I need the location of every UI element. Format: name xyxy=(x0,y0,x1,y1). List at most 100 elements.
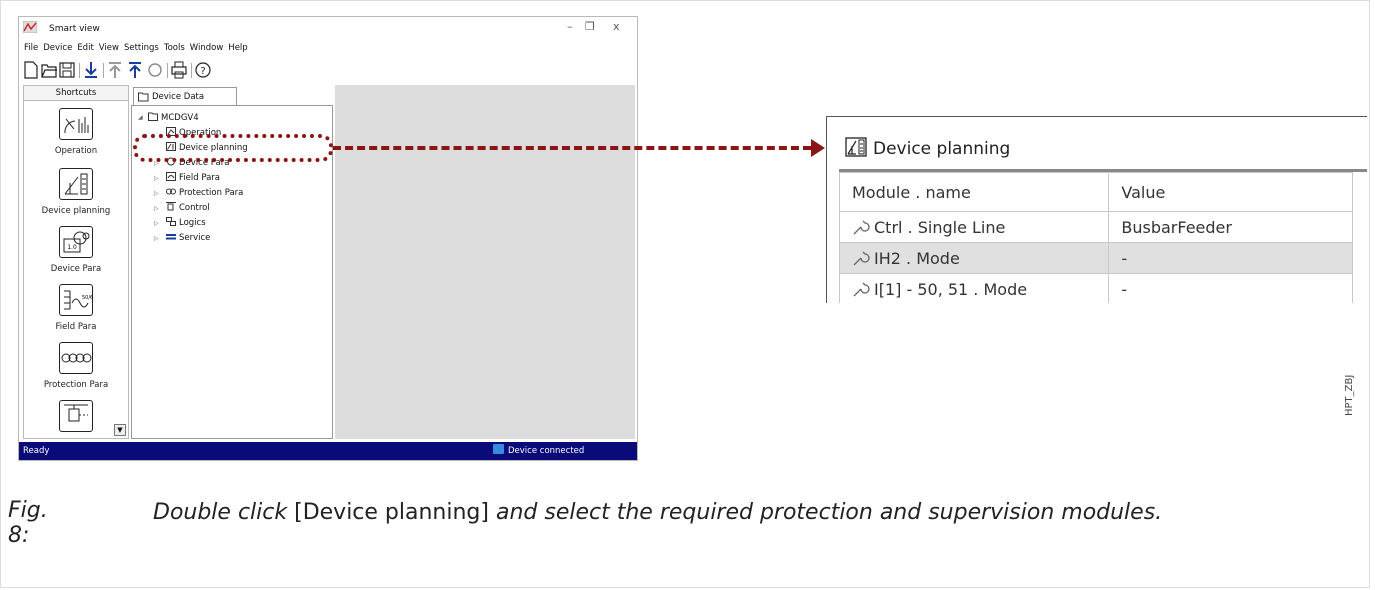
open-folder-icon[interactable] xyxy=(41,61,57,79)
save-icon[interactable] xyxy=(59,61,75,79)
collapse-caret-icon[interactable]: ▷ xyxy=(154,205,159,212)
tree-item-protection-para[interactable]: Protection Para xyxy=(166,187,243,198)
minimize-icon[interactable]: – xyxy=(567,20,573,33)
window-title: Smart view xyxy=(49,24,100,34)
tree-root-mcdgv4[interactable]: MCDGV4 xyxy=(148,112,199,123)
shortcut-field-para[interactable]: 50/60 Field Para xyxy=(24,284,128,332)
device-connected-icon xyxy=(493,444,504,454)
shortcut-label: Operation xyxy=(54,146,98,156)
table-row[interactable]: Ctrl . Single Line BusbarFeeder xyxy=(838,211,1353,243)
module-cell: IH2 . Mode xyxy=(838,242,1110,274)
upload-disabled-icon[interactable] xyxy=(107,61,123,79)
module-name: IH2 . Mode xyxy=(874,248,960,268)
tree-item-service[interactable]: Service xyxy=(166,232,210,243)
wrench-icon xyxy=(853,220,870,234)
tree-item-logics[interactable]: Logics xyxy=(166,217,206,228)
upload-icon[interactable] xyxy=(127,61,143,79)
module-name: I[1] - 50, 51 . Mode xyxy=(874,279,1028,299)
folder-open-icon xyxy=(138,92,149,102)
collapse-caret-icon[interactable]: ▷ xyxy=(154,235,159,242)
restore-icon[interactable]: ❐ xyxy=(585,20,595,33)
tree-item-control[interactable]: Control xyxy=(166,202,210,213)
table-row[interactable]: I[1] - 50, 51 . Mode - xyxy=(838,273,1353,303)
tab-label: Device Data xyxy=(152,92,205,102)
new-file-icon[interactable] xyxy=(23,61,39,79)
menu-bar: File Device Edit View Settings Tools Window Hel… xyxy=(19,43,248,57)
module-name: Ctrl . Single Line xyxy=(874,217,1006,237)
expand-icon[interactable]: ◢ xyxy=(138,114,143,121)
menu-help[interactable]: Help xyxy=(228,43,247,53)
shortcuts-panel: Shortcuts Operation Device planning 1.0 … xyxy=(23,85,129,439)
panel-title: Device planning xyxy=(845,137,1010,159)
download-icon[interactable] xyxy=(83,61,99,79)
logics-icon xyxy=(166,217,176,226)
menu-tools[interactable]: Tools xyxy=(164,43,185,53)
device-planning-icon xyxy=(59,168,93,200)
caption-text: Double click [Device planning] and selec… xyxy=(153,498,1333,527)
caption-lead: Double click xyxy=(153,500,288,525)
svg-text:1.0: 1.0 xyxy=(67,244,77,251)
tree-label: Service xyxy=(179,233,211,243)
tree-label: Logics xyxy=(179,218,206,228)
tree-label: Control xyxy=(179,203,210,213)
table-row[interactable]: IH2 . Mode - xyxy=(838,242,1353,274)
shortcuts-header: Shortcuts xyxy=(24,86,128,101)
service-icon xyxy=(166,234,176,240)
protection-para-icon xyxy=(59,342,93,374)
caption-number: Fig. 8: xyxy=(8,498,48,548)
menu-edit[interactable]: Edit xyxy=(77,43,93,53)
svg-text:?: ? xyxy=(200,66,205,77)
svg-text:50/60: 50/60 xyxy=(82,295,93,301)
status-text: Ready xyxy=(23,446,50,456)
value-cell[interactable]: - xyxy=(1108,242,1353,274)
field-para-icon xyxy=(166,172,176,181)
module-cell: Ctrl . Single Line xyxy=(838,211,1110,243)
control-icon xyxy=(59,400,93,432)
tree-label: Field Para xyxy=(179,173,220,183)
wrench-icon xyxy=(853,282,870,296)
device-planning-zoom-panel: Device planning Module . name Value Ctrl… xyxy=(826,116,1367,303)
help-icon[interactable]: ? xyxy=(195,61,211,79)
module-cell: I[1] - 50, 51 . Mode xyxy=(838,273,1110,303)
tree-item-field-para[interactable]: Field Para xyxy=(166,172,220,183)
menu-settings[interactable]: Settings xyxy=(124,43,159,53)
shortcut-label: Device Para xyxy=(50,264,102,274)
shortcut-control[interactable] xyxy=(24,400,128,432)
module-table: Module . name Value Ctrl . Single Line B… xyxy=(838,172,1353,303)
app-logo-icon xyxy=(23,21,37,33)
menu-file[interactable]: File xyxy=(24,43,38,53)
figure-id-tag: HPT_ZBJ xyxy=(1344,374,1355,416)
collapse-caret-icon[interactable]: ▷ xyxy=(154,220,159,227)
column-header-module: Module . name xyxy=(838,172,1110,212)
device-para-icon: 1.0 xyxy=(59,226,93,258)
tree-label: MCDGV4 xyxy=(161,113,199,123)
tab-device-data[interactable]: Device Data xyxy=(133,87,237,105)
menu-window[interactable]: Window xyxy=(190,43,224,53)
print-icon[interactable] xyxy=(171,61,187,79)
shortcut-label: Device planning xyxy=(41,206,111,216)
panel-title-text: Device planning xyxy=(873,139,1011,159)
shortcut-device-planning[interactable]: Device planning xyxy=(24,168,128,216)
callout-arrowhead xyxy=(811,139,825,157)
scroll-down-icon[interactable]: ▼ xyxy=(114,424,126,436)
connection-label: Device connected xyxy=(508,446,585,456)
close-icon[interactable]: x xyxy=(613,20,620,33)
value-cell[interactable]: - xyxy=(1108,273,1353,303)
control-icon xyxy=(166,202,176,211)
smart-view-window: Smart view – ❐ x File Device Edit View Setti… xyxy=(18,16,638,461)
menu-device[interactable]: Device xyxy=(43,43,72,53)
collapse-caret-icon[interactable]: ▷ xyxy=(154,175,159,182)
status-bar: Ready Device connected xyxy=(19,442,637,460)
column-header-value: Value xyxy=(1108,172,1353,212)
shortcut-label: Field Para xyxy=(55,322,97,332)
device-planning-highlight xyxy=(133,134,333,162)
menu-view[interactable]: View xyxy=(99,43,119,53)
shortcut-operation[interactable]: Operation xyxy=(24,108,128,156)
value-cell[interactable]: BusbarFeeder xyxy=(1108,211,1353,243)
title-bar: Smart view – ❐ x xyxy=(19,17,637,39)
shortcut-device-para[interactable]: 1.0 Device Para xyxy=(24,226,128,274)
shortcut-protection-para[interactable]: Protection Para xyxy=(24,342,128,390)
caption-menu-path: [Device planning] xyxy=(294,500,489,525)
collapse-caret-icon[interactable]: ▷ xyxy=(154,190,159,197)
refresh-icon[interactable] xyxy=(147,61,163,79)
